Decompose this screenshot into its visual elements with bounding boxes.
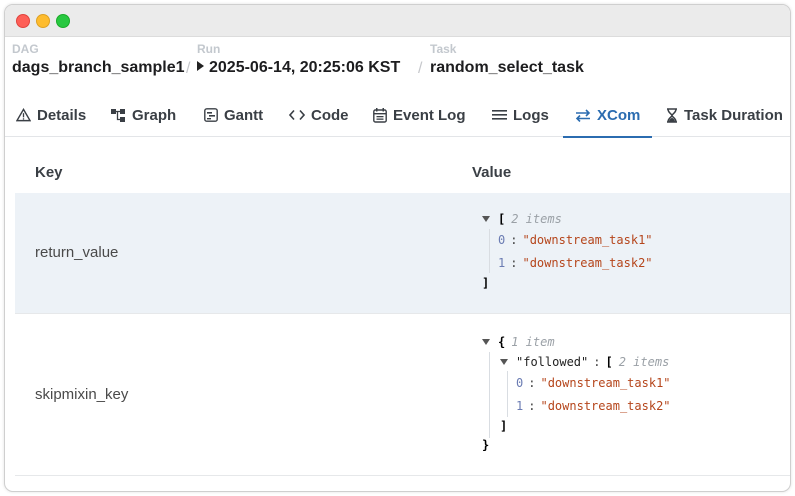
json-item-count: 2 items (618, 355, 670, 369)
list-icon (492, 110, 507, 120)
hourglass-icon (667, 107, 677, 123)
graph-icon (111, 108, 125, 122)
tab-details[interactable]: Details (16, 93, 86, 137)
json-bracket-close-line: ] (500, 418, 507, 434)
breadcrumb-run-value-wrap[interactable]: 2025-06-14, 20:25:06 KST (197, 58, 400, 78)
xcom-table: Key Value return_value [2 items 0: "downs… (15, 148, 790, 476)
code-icon (289, 109, 305, 121)
json-array-root[interactable]: [2 items (482, 211, 562, 227)
json-index: 1 (516, 399, 524, 413)
json-indent-guide (489, 352, 490, 438)
json-indent-guide (489, 229, 490, 273)
json-brace-close: } (482, 438, 490, 452)
table-header: Key Value (15, 148, 790, 193)
json-brace-open: { (498, 335, 506, 349)
tab-label: Code (311, 106, 349, 124)
gantt-icon (204, 108, 218, 122)
collapse-icon[interactable] (500, 359, 508, 365)
tab-label: Task Duration (684, 106, 783, 124)
breadcrumb-run[interactable]: Run 2025-06-14, 20:25:06 KST (197, 43, 400, 78)
json-bracket-open: [ (498, 212, 506, 226)
tab-label: Logs (513, 106, 549, 124)
tab-label: Event Log (393, 106, 466, 124)
breadcrumb-dag[interactable]: DAG dags_branch_sample1 (12, 43, 185, 78)
arrows-exchange-icon (575, 108, 591, 122)
json-bracket-close: ] (482, 276, 490, 290)
json-item: 1: "downstream_task2" (516, 399, 671, 413)
collapse-icon[interactable] (482, 216, 490, 222)
json-string-value: "downstream_task1" (540, 376, 671, 390)
breadcrumb-dag-label: DAG (12, 42, 39, 56)
json-field-name: "followed" (516, 355, 589, 369)
tab-event-log[interactable]: Event Log (373, 93, 466, 137)
tab-graph[interactable]: Graph (111, 93, 176, 137)
json-brace-close-line: } (482, 437, 489, 453)
tab-label: XCom (597, 106, 641, 124)
maximize-window-button[interactable] (56, 14, 70, 28)
json-indent-guide (507, 371, 508, 417)
json-index: 0 (516, 376, 524, 390)
tab-label: Details (37, 106, 87, 124)
json-index: 1 (498, 256, 506, 270)
tab-gantt[interactable]: Gantt (204, 93, 263, 137)
column-header-value: Value (472, 164, 512, 181)
breadcrumb-task-label: Task (430, 42, 457, 56)
json-string-value: "downstream_task2" (522, 256, 653, 270)
breadcrumb-task[interactable]: Task random_select_task (430, 43, 584, 78)
json-item: 0: "downstream_task1" (516, 376, 671, 390)
calendar-icon (373, 107, 387, 123)
breadcrumb-task-value[interactable]: random_select_task (430, 58, 584, 78)
play-icon (197, 61, 204, 71)
tab-bar: Details Graph Gantt Code Event Log Logs … (5, 93, 790, 138)
close-window-button[interactable] (16, 14, 30, 28)
json-bracket-open: [ (605, 355, 613, 369)
json-index: 0 (498, 233, 506, 247)
json-item-count: 1 item (511, 335, 555, 349)
breadcrumb-dag-value[interactable]: dags_branch_sample1 (12, 58, 185, 78)
json-item-count: 2 items (511, 212, 562, 226)
tab-code[interactable]: Code (289, 93, 349, 137)
json-item: 0: "downstream_task1" (498, 233, 653, 247)
collapse-icon[interactable] (482, 339, 490, 345)
browser-window: DAG dags_branch_sample1 / Run 2025-06-14… (4, 4, 791, 492)
minimize-window-button[interactable] (36, 14, 50, 28)
json-field-followed[interactable]: "followed":[2 items (500, 354, 669, 370)
breadcrumb-separator: / (418, 60, 423, 77)
table-row: skipmixin_key {1 item "followed":[2 item… (15, 314, 790, 476)
table-row: return_value [2 items 0: "downstream_task… (15, 193, 790, 314)
json-string-value: "downstream_task1" (522, 233, 653, 247)
tab-label: Gantt (224, 106, 264, 124)
json-object-root[interactable]: {1 item (482, 334, 555, 350)
row-key: return_value (35, 244, 119, 261)
json-string-value: "downstream_task2" (540, 399, 671, 413)
json-bracket-close-line: ] (482, 275, 489, 291)
column-header-key: Key (35, 164, 63, 181)
json-item: 1: "downstream_task2" (498, 256, 653, 270)
json-bracket-close: ] (500, 419, 508, 433)
breadcrumb-separator: / (186, 60, 191, 77)
tab-xcom[interactable]: XCom (562, 93, 653, 138)
title-bar (5, 5, 790, 37)
row-key: skipmixin_key (35, 386, 129, 403)
tab-logs[interactable]: Logs (492, 93, 549, 137)
tab-task-duration[interactable]: Task Duration (666, 93, 783, 137)
breadcrumb-run-label: Run (197, 42, 221, 56)
warning-triangle-icon (16, 108, 31, 122)
tab-label: Graph (132, 106, 177, 124)
breadcrumb-run-value[interactable]: 2025-06-14, 20:25:06 KST (209, 59, 400, 76)
